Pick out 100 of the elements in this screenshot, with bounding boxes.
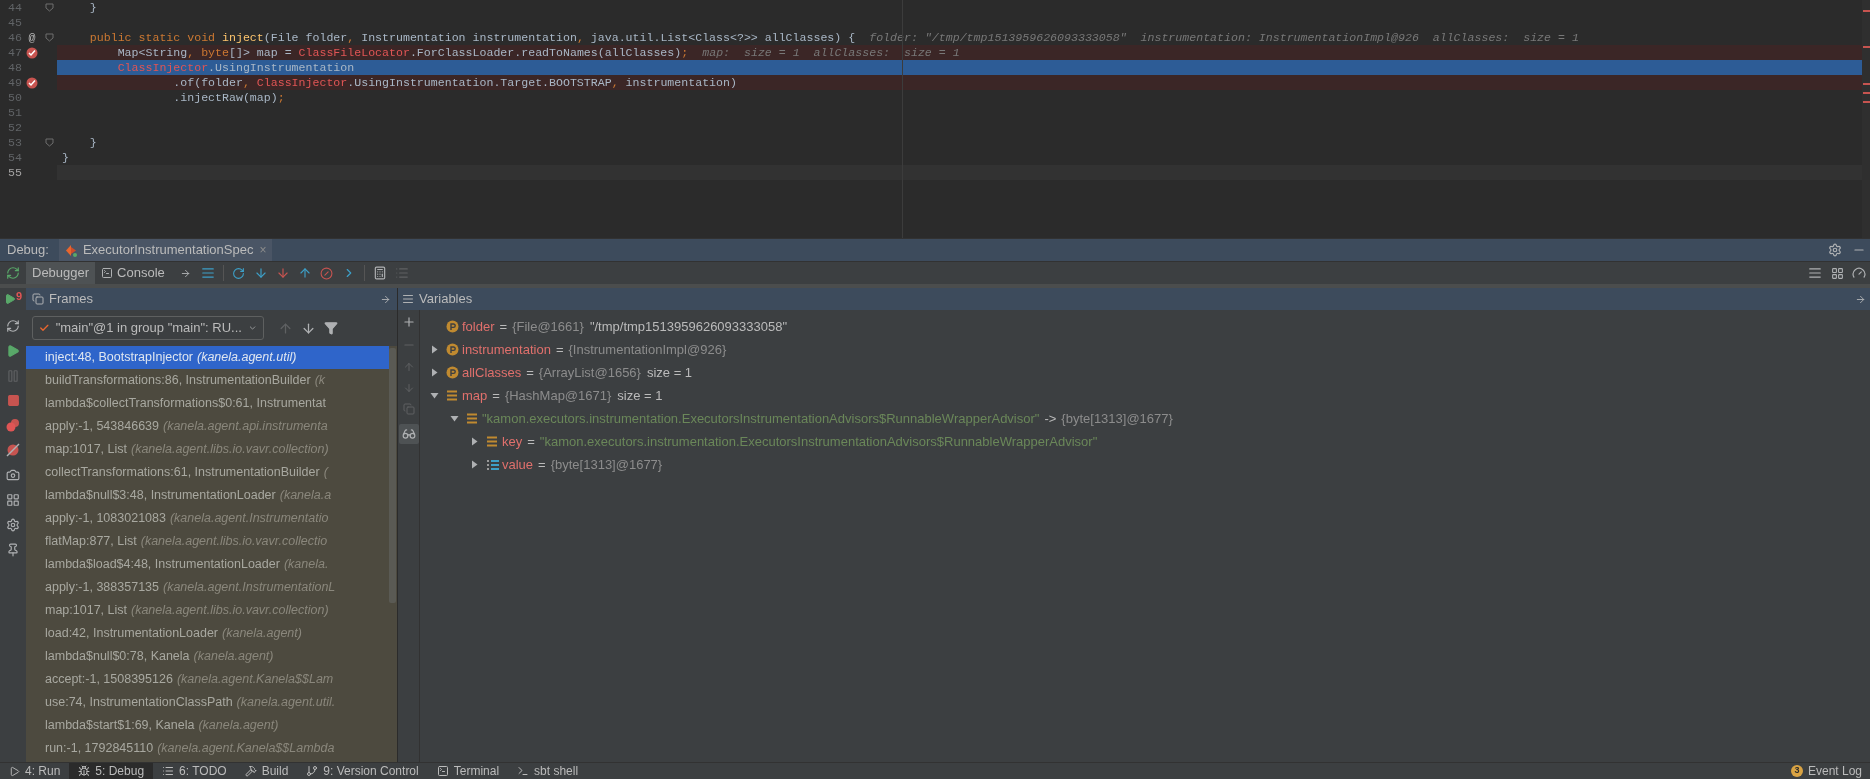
branch-icon — [306, 765, 319, 777]
breakpoint-marker[interactable] — [1863, 46, 1870, 48]
separator: = — [538, 455, 546, 474]
add-icon[interactable] — [401, 315, 416, 329]
breakpoint-marker[interactable] — [1863, 101, 1870, 103]
stack-frame[interactable]: use:74, InstrumentationClassPath (kanela.agent.util. — [26, 691, 389, 714]
list-icon — [162, 765, 175, 777]
stack-frame[interactable]: lambda$start$1:69, Kanela (kanela.agent) — [26, 714, 389, 737]
stack-frame[interactable]: lambda$null$0:78, Kanela (kanela.agent) — [26, 645, 389, 668]
separator: = — [555, 340, 564, 359]
stack-frame[interactable]: accept:-1, 1508395126 (kanela.agent.Kanela$$Lam — [26, 668, 389, 691]
tool-window-button[interactable]: sbt shell — [508, 763, 588, 779]
variable-name: map — [462, 386, 488, 405]
expand-arrow-icon[interactable] — [429, 345, 439, 354]
separator: -> — [1044, 409, 1057, 428]
stack-frame[interactable]: buildTransformations:86, InstrumentationBuilder (k — [26, 369, 389, 392]
tool-window-button[interactable]: Terminal — [427, 763, 509, 779]
array-icon — [485, 458, 499, 471]
line-number: 54 — [7, 150, 22, 165]
breakpoint-marker[interactable] — [1863, 83, 1870, 85]
stack-frame[interactable]: apply:-1, 543846639 (kanela.agent.api.instrumenta — [26, 415, 389, 438]
code-line: } — [88, 0, 98, 15]
stack-frame[interactable]: run:-1, 1792845110 (kanela.agent.Kanela$$Lambda — [26, 737, 389, 760]
down-arrow-icon[interactable] — [301, 320, 316, 336]
variable-type: {HashMap@1671} — [504, 386, 612, 405]
separator: = — [499, 317, 508, 336]
tool-window-button[interactable]: 9: Version Control — [297, 763, 428, 779]
collapse-arrow-icon[interactable] — [429, 391, 439, 400]
line-number: 53 — [7, 135, 22, 150]
field-icon — [486, 436, 498, 447]
resume-icon[interactable] — [6, 344, 20, 358]
code-line: } — [88, 135, 98, 150]
scrollbar-thumb[interactable] — [389, 348, 396, 603]
stack-frame[interactable]: apply:-1, 1083021083 (kanela.agent.Instrumentatio — [26, 507, 389, 530]
breakpoint-marker[interactable] — [1863, 10, 1870, 12]
variable-value: size = 1 — [646, 363, 693, 382]
collapse-arrow-icon[interactable] — [449, 414, 459, 423]
tool-window-button[interactable]: 6: TODO — [153, 763, 236, 779]
restore-layout-icon[interactable] — [380, 293, 391, 305]
variable-type: {byte[1313]@1677} — [550, 455, 663, 474]
restore-layout-icon[interactable] — [1855, 293, 1866, 305]
expand-arrow-icon[interactable] — [429, 368, 439, 377]
line-number: 52 — [7, 120, 22, 135]
fold-icon[interactable] — [45, 138, 54, 147]
layout-icon[interactable] — [6, 493, 20, 507]
stack-frame[interactable]: flatMap:877, List (kanela.agent.libs.io.vavr.collectio — [26, 530, 389, 553]
mute-breakpoints-icon[interactable] — [6, 443, 20, 457]
entry-key: "kamon.executors.instrumentation.ExecutorsInstrumentationAdvisors$RunnableWrapperAdvisor" — [482, 408, 1040, 429]
debugger-tab[interactable]: Debugger — [26, 262, 96, 284]
camera-icon[interactable] — [6, 468, 20, 482]
event-log-button[interactable]: 3 Event Log — [1790, 762, 1870, 779]
breakpoint-marker[interactable] — [1863, 92, 1870, 94]
filter-icon[interactable] — [324, 321, 338, 335]
rerun-icon[interactable] — [6, 266, 20, 280]
stack-frame[interactable]: map:1017, List (kanela.agent.libs.io.vavr.collection) — [26, 438, 389, 461]
stack-frame[interactable]: lambda$load$4:48, InstrumentationLoader (kanela. — [26, 553, 389, 576]
line-number: 47 — [7, 45, 22, 60]
breakpoint-icon[interactable] — [26, 46, 38, 59]
close-tab-button[interactable]: × — [259, 241, 267, 259]
hammer-icon — [244, 765, 257, 777]
tool-window-button[interactable]: 4: Run — [0, 763, 70, 779]
code-line: .injectRaw(map); — [172, 90, 286, 105]
stack-frame[interactable]: load:42, InstrumentationLoader (kanela.agent) — [26, 622, 389, 645]
field-icon — [466, 413, 478, 424]
expand-arrow-icon[interactable] — [469, 437, 479, 446]
fold-icon[interactable] — [45, 33, 54, 42]
session-tab[interactable]: ExecutorInstrumentationSpec × — [58, 239, 273, 261]
pin-icon[interactable] — [6, 543, 20, 557]
variable-type: {byte[1313]@1677} — [1061, 409, 1173, 428]
stack-frame[interactable]: inject:48, BootstrapInjector (kanela.agent.util) — [26, 346, 389, 369]
expand-arrow-icon[interactable] — [469, 460, 479, 469]
tool-window-button[interactable]: Build — [235, 763, 298, 779]
settings-icon[interactable] — [1828, 243, 1842, 257]
breakpoints-icon[interactable] — [6, 418, 20, 432]
stack-frame[interactable]: lambda$collectTransformations$0:61, Instrumentat — [26, 392, 389, 415]
variable-value: "kamon.executors.instrumentation.ExecutorsInstrumentationAdvisors$RunnableWrapperAdvisor" — [539, 432, 1098, 451]
variable-value: "/tmp/tmp1513959626093333058" — [589, 317, 788, 336]
fold-icon[interactable] — [45, 3, 54, 12]
panel-title: Frames — [49, 290, 94, 309]
glasses-icon[interactable] — [398, 424, 419, 444]
thread-dropdown[interactable]: "main"@1 in group "main": RU... — [32, 316, 264, 340]
console-icon — [101, 267, 114, 279]
stack-frame[interactable]: lambda$null$3:48, InstrumentationLoader (kanela.a — [26, 484, 389, 507]
stack-frame[interactable]: map:1017, List (kanela.agent.libs.io.vavr.collection) — [26, 599, 389, 622]
stack-frame[interactable]: apply:-1, 388357135 (kanela.agent.InstrumentationL — [26, 576, 389, 599]
field-icon — [446, 390, 458, 401]
separator: = — [526, 363, 534, 382]
tool-window-button[interactable]: 5: Debug — [69, 763, 154, 779]
variable-name: instrumentation — [462, 340, 551, 359]
stop-icon[interactable] — [6, 394, 20, 407]
notification-count: 3 — [1790, 765, 1803, 777]
debugger-tab[interactable]: Console — [95, 262, 171, 284]
settings-icon[interactable] — [6, 518, 20, 532]
sync-icon[interactable] — [6, 319, 20, 333]
code-line: public static void inject(File folder, Instrumentation instrumentation, java.util.List<Class<?>> allClasses) { folder: "/tmp/tmp1513959626093333058" instrumentation: InstrumentationImpl@926 allClasses: size = 1 — [88, 30, 1580, 45]
variables-icon — [402, 293, 414, 305]
stack-frame[interactable]: collectTransformations:61, InstrumentationBuilder ( — [26, 461, 389, 484]
variable-name: value — [502, 455, 534, 474]
variable-value: size = 1 — [617, 386, 663, 405]
breakpoint-icon[interactable] — [26, 76, 38, 89]
